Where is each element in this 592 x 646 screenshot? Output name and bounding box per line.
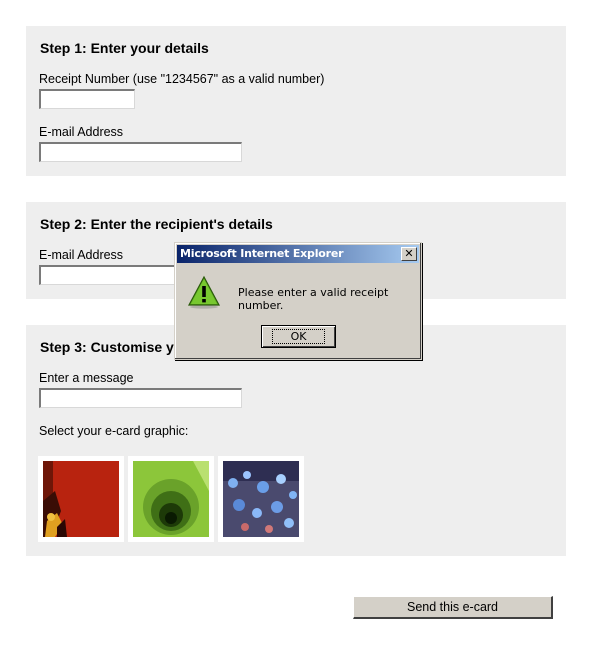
green-circles-card-image [133, 461, 209, 537]
blue-lights-card-image [223, 461, 299, 537]
ok-button[interactable]: OK [261, 325, 336, 348]
step2-title: Step 2: Enter the recipient's details [40, 216, 273, 232]
recipient-email-label: E-mail Address [39, 248, 124, 262]
alert-dialog: Microsoft Internet Explorer ✕ Please ent… [174, 242, 422, 360]
red-flower-card-image [43, 461, 119, 537]
step1-title: Step 1: Enter your details [40, 40, 209, 56]
sender-email-label: E-mail Address [39, 125, 124, 139]
ecard-graphic-blue[interactable] [218, 456, 304, 542]
graphic-label: Select your e-card graphic: [39, 424, 189, 438]
step1-panel: Step 1: Enter your details Receipt Numbe… [26, 26, 566, 176]
sender-email-input[interactable] [39, 142, 242, 162]
ok-label: OK [271, 329, 326, 344]
close-icon[interactable]: ✕ [401, 247, 417, 261]
dialog-title: Microsoft Internet Explorer [180, 247, 344, 260]
send-ecard-button[interactable]: Send this e-card [353, 596, 553, 619]
message-input[interactable] [39, 388, 242, 408]
receipt-number-label: Receipt Number (use "1234567" as a valid… [39, 72, 325, 86]
dialog-titlebar[interactable]: Microsoft Internet Explorer ✕ [177, 245, 419, 263]
step3-title: Step 3: Customise y [40, 339, 174, 355]
ecard-graphic-red[interactable] [38, 456, 124, 542]
message-label: Enter a message [39, 371, 134, 385]
warning-icon [187, 275, 221, 309]
receipt-number-input[interactable] [39, 89, 135, 109]
ecard-graphic-green[interactable] [128, 456, 214, 542]
dialog-message: Please enter a valid receipt number. [238, 286, 389, 312]
